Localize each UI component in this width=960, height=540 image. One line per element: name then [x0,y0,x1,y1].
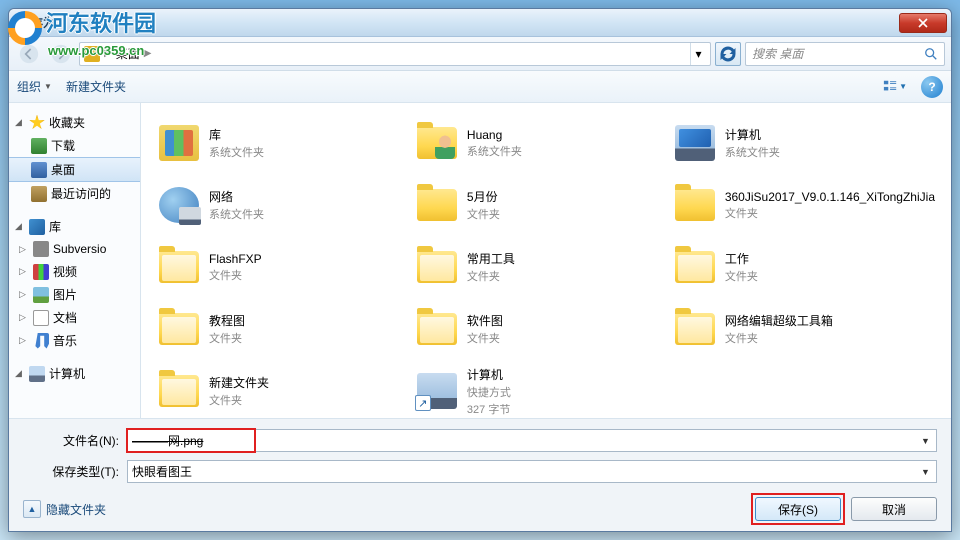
file-list[interactable]: 库系统文件夹Huang系统文件夹计算机系统文件夹网络系统文件夹5月份文件夹360… [141,103,951,418]
list-item[interactable]: 库系统文件夹 [153,113,401,173]
user-folder-icon [417,127,457,159]
sidebar-item[interactable]: ▷视频 [9,260,140,283]
item-icon [33,310,49,326]
breadcrumb-dropdown[interactable]: ▾ [690,43,706,65]
forward-button[interactable] [47,41,75,67]
item-icon [33,241,49,257]
help-button[interactable]: ? [921,76,943,98]
refresh-icon [716,42,740,66]
item-icon [31,138,47,154]
search-input[interactable]: 搜索 桌面 [745,42,945,66]
refresh-button[interactable] [715,42,741,66]
search-placeholder: 搜索 桌面 [752,45,924,62]
list-item[interactable]: 常用工具文件夹 [411,237,659,297]
filename-label: 文件名(N): [23,432,119,449]
item-icon [33,333,49,349]
nav-bar: ▶ 桌面 ▶ ▾ 搜索 桌面 [9,37,951,71]
computer-icon [29,366,45,382]
close-icon [918,18,928,28]
sidebar-item[interactable]: ▷音乐 [9,329,140,352]
collapse-icon: ◢ [15,221,25,232]
folder-icon [417,189,457,221]
chevron-right-icon[interactable]: ▶ [144,48,152,59]
sidebar-item[interactable]: ▷Subversio [9,238,140,260]
new-folder-button[interactable]: 新建文件夹 [66,78,126,95]
back-arrow-icon [19,44,39,64]
computer-icon [675,125,715,161]
organize-button[interactable]: 组织▼ [17,78,52,95]
save-as-dialog: 另存为 ▶ 桌面 ▶ ▾ 搜索 桌面 组织▼ [8,8,952,532]
folder-icon [675,251,715,283]
item-icon [33,287,49,303]
sidebar-item[interactable]: 桌面 [9,157,140,182]
forward-arrow-icon [51,44,71,64]
list-item[interactable]: 360JiSu2017_V9.0.1.146_XiTongZhiJia文件夹 [669,175,939,235]
library-icon [159,125,199,161]
list-item[interactable]: 网络系统文件夹 [153,175,401,235]
libraries-group[interactable]: ◢ 库 [9,215,140,238]
sidebar: ◢ 收藏夹 下载桌面最近访问的 ◢ 库 ▷Subversio▷视频▷图片▷文档▷… [9,103,141,418]
cancel-button[interactable]: 取消 [851,497,937,521]
expand-icon: ▷ [19,266,29,277]
item-icon [31,186,47,202]
breadcrumb[interactable]: ▶ 桌面 ▶ ▾ [79,42,711,66]
list-item[interactable]: 网络编辑超级工具箱文件夹 [669,299,939,359]
chevron-down-icon[interactable]: ▼ [917,432,934,449]
list-item[interactable]: 软件图文件夹 [411,299,659,359]
star-icon [29,115,45,131]
computer-group[interactable]: ◢ 计算机 [9,362,140,385]
hide-folders-toggle[interactable]: ▲ 隐藏文件夹 [23,500,106,518]
expand-icon: ▷ [19,312,29,323]
favorites-group[interactable]: ◢ 收藏夹 [9,111,140,134]
toolbar: 组织▼ 新建文件夹 ▼ ? [9,71,951,103]
filename-input[interactable]: ———网.png ▼ [127,429,937,452]
search-icon [924,47,938,61]
list-item[interactable]: ↗计算机快捷方式327 字节 [411,361,659,418]
list-item[interactable]: FlashFXP文件夹 [153,237,401,297]
close-button[interactable] [899,13,947,33]
item-icon [33,264,49,280]
breadcrumb-item[interactable]: 桌面 [116,45,140,62]
list-item[interactable]: 工作文件夹 [669,237,939,297]
folder-icon [417,251,457,283]
expand-icon: ▷ [19,335,29,346]
chevron-up-icon: ▲ [23,500,41,518]
sidebar-item[interactable]: 最近访问的 [9,182,140,205]
view-options-button[interactable]: ▼ [883,75,907,99]
chevron-down-icon[interactable]: ▼ [917,463,934,480]
list-item[interactable]: 计算机系统文件夹 [669,113,939,173]
sidebar-item[interactable]: ▷文档 [9,306,140,329]
sidebar-item[interactable]: 下载 [9,134,140,157]
bottom-panel: 文件名(N): ———网.png ▼ 保存类型(T): 快眼看图王 ▼ ▲ 隐藏… [9,418,951,531]
list-item[interactable]: Huang系统文件夹 [411,113,659,173]
window-title: 另存为 [19,14,899,31]
folder-icon [675,189,715,221]
expand-icon: ▷ [19,244,29,255]
back-button[interactable] [15,41,43,67]
folder-icon [159,251,199,283]
collapse-icon: ◢ [15,368,25,379]
item-icon [31,162,47,178]
filetype-select[interactable]: 快眼看图王 ▼ [127,460,937,483]
network-icon [159,187,199,223]
chevron-right-icon: ▶ [104,48,112,59]
view-icon [883,79,897,93]
folder-icon [159,313,199,345]
folder-icon [417,313,457,345]
desktop-icon [84,46,100,62]
folder-icon [159,375,199,407]
chevron-down-icon: ▼ [44,82,52,91]
save-button[interactable]: 保存(S) [755,497,841,521]
titlebar[interactable]: 另存为 [9,9,951,37]
list-item[interactable]: 5月份文件夹 [411,175,659,235]
folder-icon [675,313,715,345]
expand-icon: ▷ [19,289,29,300]
filetype-label: 保存类型(T): [23,463,119,480]
shortcut-icon: ↗ [417,373,457,409]
collapse-icon: ◢ [15,117,25,128]
sidebar-item[interactable]: ▷图片 [9,283,140,306]
library-icon [29,219,45,235]
list-item[interactable]: 教程图文件夹 [153,299,401,359]
list-item[interactable]: 新建文件夹文件夹 [153,361,401,418]
